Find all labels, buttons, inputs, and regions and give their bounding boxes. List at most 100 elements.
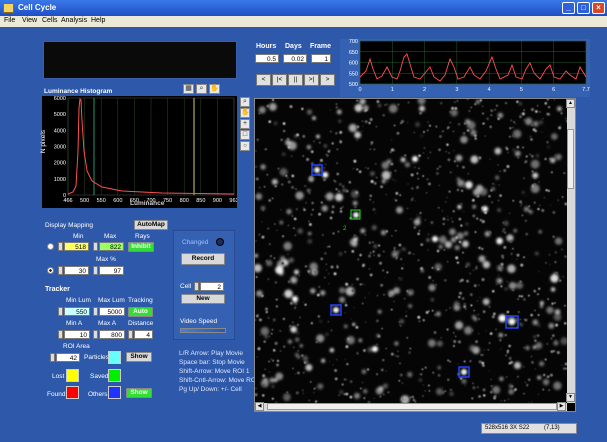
noise-speckle	[554, 302, 556, 304]
min-lum-input[interactable]: 550	[64, 307, 90, 316]
maximize-button[interactable]: □	[577, 2, 590, 14]
particles-color-swatch[interactable]	[108, 351, 121, 364]
others-color-swatch[interactable]	[108, 386, 121, 399]
noise-speckle	[263, 186, 266, 188]
pause-button[interactable]: ||	[288, 74, 303, 86]
show-particles-button[interactable]: Show	[126, 352, 152, 362]
frame-input[interactable]: 1	[311, 54, 331, 63]
noise-speckle	[467, 172, 470, 175]
scroll-right-button[interactable]: ▶	[557, 402, 566, 411]
noise-speckle	[395, 191, 399, 195]
record-button[interactable]: Record	[181, 253, 225, 265]
menu-view[interactable]: View	[22, 17, 37, 24]
noise-speckle	[478, 332, 480, 335]
low-input[interactable]: 30	[64, 266, 89, 275]
max-pct-label: Max %	[96, 256, 116, 263]
zoom-grid-icon[interactable]: ▦	[183, 84, 194, 94]
horizontal-scrollbar[interactable]: ◀ ▶	[255, 402, 567, 411]
min-spinner[interactable]	[58, 242, 63, 251]
noise-speckle	[385, 194, 387, 196]
found-color-swatch[interactable]	[66, 386, 79, 399]
noise-speckle	[452, 345, 455, 348]
inhibit-button[interactable]: Inhibit	[128, 242, 154, 252]
menu-help[interactable]: Help	[91, 17, 105, 24]
crosshair-icon[interactable]: +	[240, 119, 250, 129]
scroll-up-button[interactable]: ▲	[566, 99, 575, 108]
auto-tracking-button[interactable]: Auto	[128, 307, 153, 317]
cell-speckle	[519, 102, 522, 105]
cell-spinner[interactable]	[194, 282, 199, 291]
low-spinner[interactable]	[58, 266, 63, 275]
noise-speckle	[345, 345, 349, 349]
cell-input[interactable]: 2	[200, 282, 224, 291]
minimize-button[interactable]: _	[562, 2, 575, 14]
cell-speckle	[375, 387, 384, 395]
image-view[interactable]: 2 ▲ ▼ ◀ ▶	[254, 98, 576, 412]
cell-speckle	[419, 378, 422, 382]
min-lum-spinner[interactable]	[58, 307, 63, 316]
new-cell-button[interactable]: New	[181, 294, 225, 304]
close-button[interactable]: ×	[592, 2, 605, 14]
scroll-left-button[interactable]: ◀	[255, 402, 264, 411]
menu-analysis[interactable]: Analysis	[61, 17, 87, 24]
noise-speckle	[423, 131, 426, 134]
rectangle-roi-icon[interactable]: □	[240, 130, 250, 140]
days-input[interactable]: 0.02	[283, 54, 307, 63]
min-input[interactable]: 518	[64, 242, 89, 251]
distance-spinner[interactable]	[128, 330, 133, 339]
roi-area-input[interactable]: 42	[56, 353, 80, 362]
max-a-spinner[interactable]	[93, 330, 98, 339]
microscopy-image[interactable]: 2	[255, 99, 567, 403]
next-frame-button[interactable]: >	[320, 74, 335, 86]
cell-speckle	[546, 306, 554, 314]
zoom-icon[interactable]: ⌕	[240, 97, 250, 107]
automap-button[interactable]: AutoMap	[134, 220, 168, 230]
pan-hand-icon[interactable]: ✋	[209, 84, 220, 94]
max-lum-input[interactable]: 5000	[99, 307, 125, 316]
noise-speckle	[519, 200, 523, 204]
mapping-radio-2[interactable]	[47, 267, 54, 274]
noise-speckle	[472, 208, 474, 209]
saved-color-swatch[interactable]	[108, 369, 121, 382]
max-input[interactable]: 822	[99, 242, 124, 251]
noise-speckle	[441, 210, 443, 212]
menu-cells[interactable]: Cells	[42, 17, 58, 24]
max-pct-spinner[interactable]	[93, 266, 98, 275]
min-a-input[interactable]: 10	[64, 330, 90, 339]
menu-file[interactable]: File	[4, 17, 15, 24]
noise-speckle	[331, 142, 334, 145]
scroll-down-button[interactable]: ▼	[566, 393, 575, 402]
vertical-scroll-thumb[interactable]	[567, 129, 574, 189]
timeline-ytick: 650	[349, 50, 358, 56]
prev-frame-button[interactable]: <	[256, 74, 271, 86]
cell-speckle	[454, 321, 464, 330]
noise-speckle	[271, 328, 274, 331]
hours-input[interactable]: 0.5	[255, 54, 279, 63]
show-others-button[interactable]: Show	[126, 388, 152, 398]
first-frame-button[interactable]: |<	[272, 74, 287, 86]
horizontal-scroll-thumb[interactable]	[267, 403, 557, 410]
noise-speckle	[438, 148, 441, 152]
max-spinner[interactable]	[93, 242, 98, 251]
last-frame-button[interactable]: >|	[304, 74, 319, 86]
max-pct-input[interactable]: 97	[99, 266, 124, 275]
mapping-radio-1[interactable]	[47, 243, 54, 250]
noise-speckle	[506, 376, 508, 378]
lost-color-swatch[interactable]	[66, 369, 79, 382]
noise-speckle	[482, 388, 486, 392]
cell-speckle	[469, 344, 476, 352]
hand-icon[interactable]: ✋	[240, 108, 250, 118]
noise-speckle	[372, 250, 375, 253]
roi-area-spinner[interactable]	[50, 353, 55, 362]
noise-speckle	[503, 245, 507, 249]
distance-input[interactable]: 4	[134, 330, 153, 339]
max-lum-spinner[interactable]	[93, 307, 98, 316]
vertical-scrollbar[interactable]: ▲ ▼	[566, 99, 575, 403]
zoom-tool-icon[interactable]: ⌕	[196, 84, 207, 94]
min-a-spinner[interactable]	[58, 330, 63, 339]
video-speed-slider[interactable]	[180, 328, 226, 333]
oval-roi-icon[interactable]: ○	[240, 141, 250, 151]
noise-speckle	[458, 240, 462, 244]
max-a-input[interactable]: 800	[99, 330, 125, 339]
noise-speckle	[314, 272, 318, 275]
